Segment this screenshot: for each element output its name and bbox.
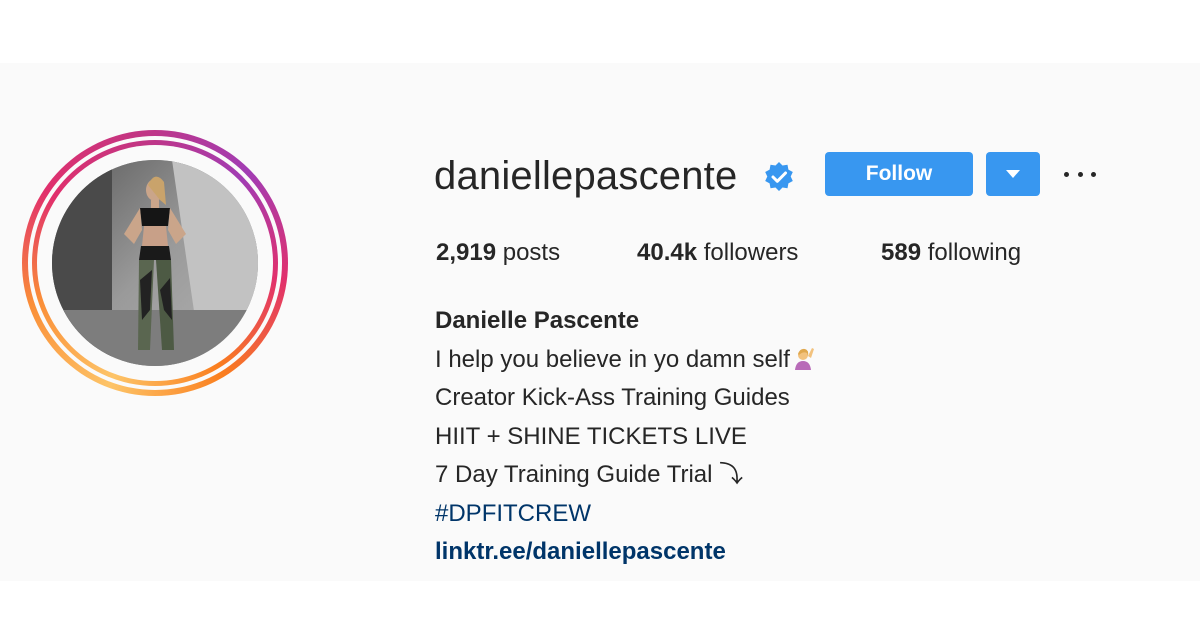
bio-line: HIIT + SHINE TICKETS LIVE [435, 422, 747, 450]
more-options-icon[interactable] [1064, 162, 1096, 186]
following-label: following [927, 239, 1022, 266]
bio-line: 7 Day Training Guide Trial ⤵ [435, 461, 744, 488]
full-name: Danielle Pascente [435, 307, 640, 334]
verified-badge-icon [763, 161, 795, 193]
hashtag-link[interactable]: #DPFITCREW [435, 495, 816, 534]
following-count: 589 [881, 239, 922, 266]
followers-label: followers [703, 239, 799, 266]
avatar-photo [52, 160, 258, 366]
posts-label: posts [502, 239, 561, 266]
posts-stat[interactable]: 2,919 posts [436, 238, 560, 268]
bio-line: I help you believe in yo damn self [435, 341, 816, 380]
username: daniellepascente [434, 154, 738, 198]
person-raising-hand-icon [792, 344, 816, 370]
caret-down-icon [1006, 170, 1020, 178]
follow-button[interactable]: Follow [825, 152, 973, 196]
profile-avatar[interactable] [22, 130, 288, 396]
posts-count: 2,919 [436, 239, 497, 266]
followers-stat[interactable]: 40.4k followers [637, 238, 798, 268]
suggestions-dropdown-button[interactable] [986, 152, 1040, 196]
followers-count: 40.4k [637, 239, 698, 266]
bio-line: Creator Kick-Ass Training Guides [435, 384, 790, 411]
profile-bio: Danielle Pascente I help you believe in … [435, 302, 816, 572]
bio-website-link[interactable]: linktr.ee/daniellepascente [435, 533, 816, 572]
following-stat[interactable]: 589 following [881, 238, 1021, 268]
